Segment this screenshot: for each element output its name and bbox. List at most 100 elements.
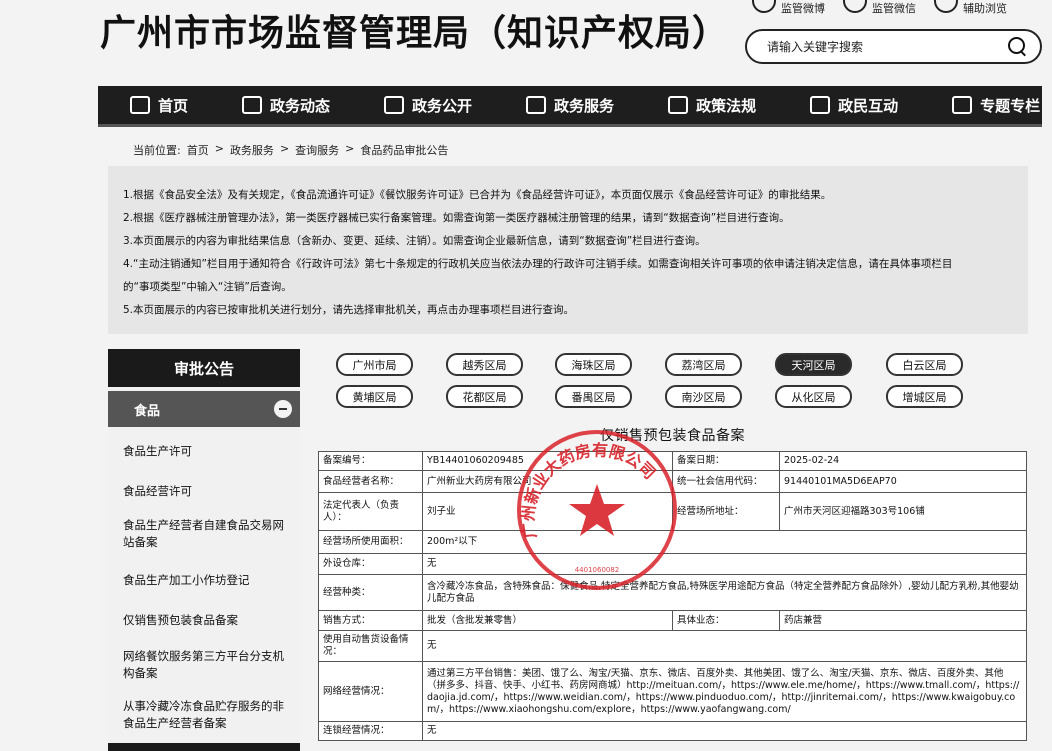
heart-icon (526, 96, 547, 114)
chat-icon (810, 96, 831, 114)
table-row: 法定代表人（负责人）： 刘子业 经营场所地址： 广州市天河区迎福路303号106… (318, 492, 1027, 531)
accessibility-link-label: 辅助浏览 (963, 2, 1007, 15)
district-button-guangzhou[interactable]: 广州市局 (336, 353, 413, 376)
table-row: 食品经营者名称： 广州新业大药房有限公司 统一社会信用代码： 91440101M… (318, 470, 1027, 493)
search-icon[interactable] (1008, 36, 1028, 57)
table-row: 使用自动售货设备情况： 无 (318, 630, 1027, 662)
open-icon (384, 96, 405, 114)
record-title: 仅销售预包装食品备案 (600, 428, 745, 444)
nav-item-label: 政策法规 (696, 96, 757, 115)
sidebar-item-workshop[interactable]: 食品生产加工小作坊登记 (123, 572, 291, 589)
nav-item-service[interactable]: 政务服务 (494, 86, 636, 124)
sidebar-item-self-built-site[interactable]: 食品生产经营者自建食品交易网站备案 (123, 517, 291, 551)
nav-item-label: 政务动态 (270, 96, 331, 115)
doc-icon (668, 96, 689, 114)
sidebar-item-cold-storage[interactable]: 从事冷藏冷冻食品贮存服务的非食品生产经营者备案 (123, 698, 291, 732)
wechat-link[interactable]: 监管微信 (843, 0, 916, 16)
district-button-conghua[interactable]: 从化区局 (775, 385, 852, 408)
sidebar-footer-bar (108, 743, 300, 751)
notice-line: 1.根据《食品安全法》及有关规定，《食品流通许可证》《餐饮服务许可证》已合并为《… (123, 189, 832, 201)
top-links: 监管微博 监管微信 辅助浏览 (752, 0, 1007, 16)
sidebar-item-prepackaged[interactable]: 仅销售预包装食品备案 (123, 612, 291, 629)
notice-box: 1.根据《食品安全法》及有关规定，《食品流通许可证》《餐饮服务许可证》已合并为《… (108, 166, 1028, 334)
legal-rep-value: 刘子业 (422, 492, 673, 531)
district-button-tianhe[interactable]: 天河区局 (775, 353, 852, 376)
format-label: 具体业态： (672, 610, 780, 631)
sales-mode-value: 批发（含批发兼零售） (422, 610, 673, 631)
collapse-icon[interactable] (274, 400, 292, 418)
filing-date-label: 备案日期： (672, 451, 780, 471)
accessibility-icon (934, 0, 958, 13)
sidebar-category-food[interactable]: 食品 (108, 391, 300, 427)
operator-value: 广州新业大药房有限公司 (422, 470, 673, 493)
address-label: 经营场所地址： (672, 492, 780, 531)
nav-item-topics[interactable]: 专题专栏 (920, 86, 1052, 124)
record-table: 备案编号： YB14401060209485 备案日期： 2025-02-24 … (318, 451, 1027, 741)
operator-label: 食品经营者名称： (318, 470, 423, 493)
notice-line: 2.根据《医疗器械注册管理办法》，第一类医疗器械已实行备案管理。如需查询第一类医… (123, 212, 790, 224)
notice-line: 的“事项类型”中输入“注销”后查询。 (123, 281, 292, 293)
district-button-huangpu[interactable]: 黄埔区局 (336, 385, 413, 408)
district-button-yuexiu[interactable]: 越秀区局 (446, 353, 523, 376)
breadcrumb-home[interactable]: 首页 (187, 142, 209, 158)
nav-item-interaction[interactable]: 政民互动 (778, 86, 920, 124)
breadcrumb-separator: > (345, 142, 355, 155)
accessibility-link[interactable]: 辅助浏览 (934, 0, 1007, 16)
category-value: 含冷藏冷冻食品，含特殊食品：保健食品,特定全营养配方食品,特殊医学用途配方食品（… (422, 574, 1027, 611)
warehouse-label: 外设仓库： (318, 553, 423, 575)
breadcrumb-separator: > (214, 142, 224, 155)
format-value: 药店兼营 (779, 610, 1027, 631)
main-nav: 首页 政务动态 政务公开 政务服务 政策法规 政民互动 专题专栏 (98, 86, 1042, 127)
district-selector: 广州市局 越秀区局 海珠区局 荔湾区局 天河区局 白云区局 黄埔区局 花都区局 … (336, 353, 976, 409)
sales-mode-label: 销售方式： (318, 610, 423, 631)
nav-item-news[interactable]: 政务动态 (210, 86, 352, 124)
breadcrumb-current: 食品药品审批公告 (360, 144, 449, 157)
site-title: 广州市市场监督管理局（知识产权局） (100, 13, 730, 54)
vending-value: 无 (422, 630, 1027, 662)
breadcrumb-prefix: 当前位置: (133, 144, 181, 157)
chain-label: 连锁经营情况： (318, 721, 423, 741)
nav-item-home[interactable]: 首页 (98, 86, 210, 124)
nav-item-label: 政务服务 (554, 96, 615, 115)
notice-line: 5.本页面展示的内容已按审批机关进行划分，请先选择审批机关，再点击办理事项栏目进… (123, 304, 575, 316)
vending-label: 使用自动售货设备情况： (318, 630, 423, 662)
table-row: 经营场所使用面积： 200m²以下 (318, 530, 1027, 554)
table-row: 连锁经营情况： 无 (318, 721, 1027, 741)
warehouse-value: 无 (422, 553, 1027, 575)
nav-item-label: 首页 (158, 96, 189, 115)
site-header: 广州市市场监督管理局（知识产权局） 监管微博 监管微信 辅助浏览 (0, 0, 1052, 82)
area-value: 200m²以下 (422, 530, 1027, 554)
news-icon (242, 96, 263, 114)
nav-item-label: 专题专栏 (980, 96, 1041, 115)
wechat-icon (843, 0, 867, 13)
weibo-link[interactable]: 监管微博 (752, 0, 825, 16)
filing-no-label: 备案编号： (318, 451, 423, 471)
sidebar-item-business-license[interactable]: 食品经营许可 (123, 483, 291, 500)
category-label: 经营种类： (318, 574, 423, 611)
chain-value: 无 (422, 721, 1027, 741)
sidebar-item-platform-branch[interactable]: 网络餐饮服务第三方平台分支机构备案 (123, 648, 291, 682)
nav-item-policy[interactable]: 政策法规 (636, 86, 778, 124)
district-button-nansha[interactable]: 南沙区局 (665, 385, 742, 408)
district-button-liwan[interactable]: 荔湾区局 (665, 353, 742, 376)
nav-item-open[interactable]: 政务公开 (352, 86, 494, 124)
nav-item-label: 政民互动 (838, 96, 899, 115)
search-input[interactable] (767, 39, 1008, 54)
address-value: 广州市天河区迎福路303号106铺 (779, 492, 1027, 531)
district-button-baiyun[interactable]: 白云区局 (886, 353, 963, 376)
filing-date-value: 2025-02-24 (779, 451, 1027, 471)
breadcrumb-query[interactable]: 查询服务 (295, 142, 339, 158)
sidebar-category-label: 食品 (134, 403, 161, 419)
district-button-huadu[interactable]: 花都区局 (446, 385, 523, 408)
district-button-zengcheng[interactable]: 增城区局 (886, 385, 963, 408)
district-button-haizhu[interactable]: 海珠区局 (555, 353, 632, 376)
breadcrumb: 当前位置: 首页 > 政务服务 > 查询服务 > 食品药品审批公告 (133, 142, 448, 158)
sidebar: 审批公告 食品 食品生产许可 食品经营许可 食品生产经营者自建食品交易网站备案 … (108, 349, 300, 751)
breadcrumb-separator: > (279, 142, 290, 155)
breadcrumb-service[interactable]: 政务服务 (230, 142, 274, 158)
credit-code-value: 91440101MA5D6EAP70 (779, 470, 1027, 493)
weibo-link-label: 监管微博 (781, 2, 825, 15)
table-row: 备案编号： YB14401060209485 备案日期： 2025-02-24 (318, 451, 1027, 471)
district-button-panyu[interactable]: 番禺区局 (555, 385, 632, 408)
sidebar-item-production-license[interactable]: 食品生产许可 (123, 443, 291, 460)
